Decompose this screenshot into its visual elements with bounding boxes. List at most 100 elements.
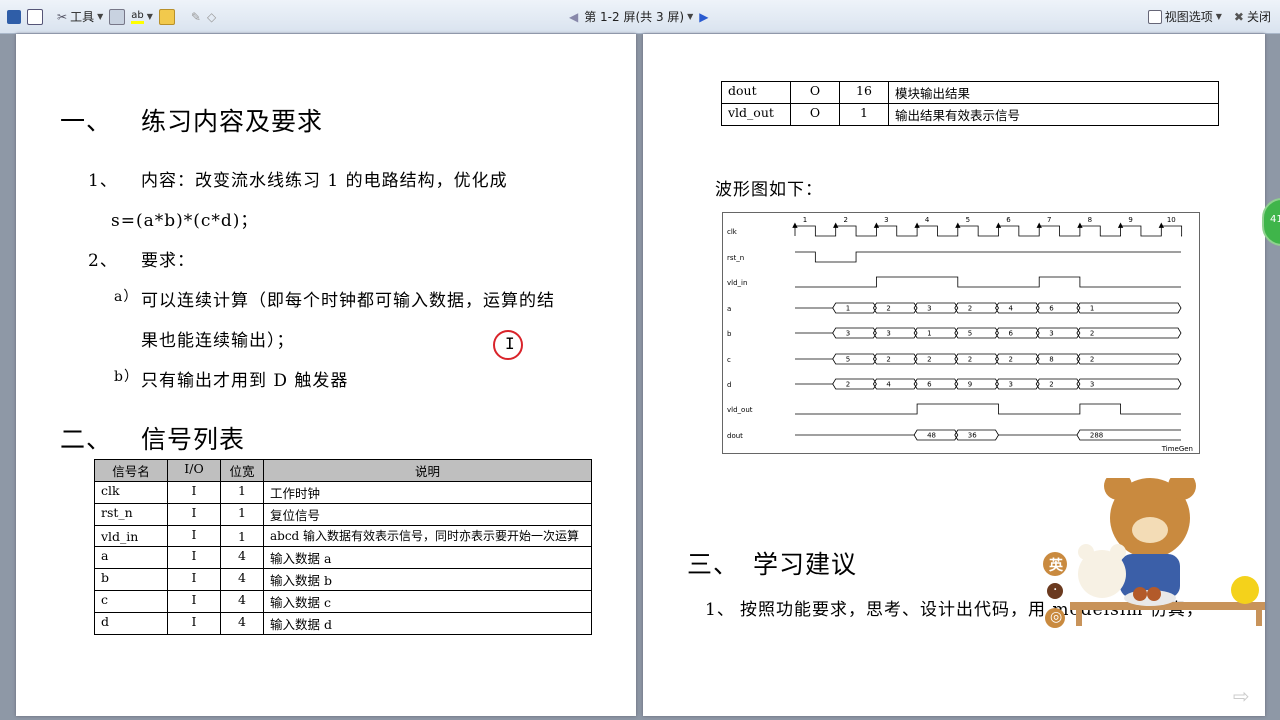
bear-sticker-decoration <box>1043 478 1265 628</box>
cell-width: 1 <box>220 481 264 504</box>
folder-button[interactable] <box>156 8 178 25</box>
sub-a-line2: 果也能连续输出）； <box>141 331 295 351</box>
wave-a-value: 1 <box>1090 305 1094 313</box>
cell-io: I <box>167 590 221 613</box>
highlight-button[interactable]: ab ▼ <box>128 10 156 24</box>
wave-b-segment <box>832 327 877 339</box>
cell-io: I <box>167 503 221 526</box>
cell-name: rst_n <box>94 503 168 526</box>
close-label: 关闭 <box>1246 10 1271 24</box>
wave-c-segment <box>1035 353 1081 365</box>
cell-width: 4 <box>220 612 264 635</box>
chevron-down-icon: ▼ <box>687 12 694 21</box>
wave-signal-label: a <box>727 305 731 313</box>
format-button[interactable] <box>106 8 128 25</box>
cell-desc: 输入数据 d <box>263 612 592 635</box>
wave-c-value: 8 <box>1049 356 1053 364</box>
waveform-caption: 波形图如下： <box>715 180 823 200</box>
view-options-label: 视图选项 <box>1164 10 1213 24</box>
text-cursor-icon: I <box>505 334 515 353</box>
prev-page-button[interactable]: ◀ <box>566 10 581 24</box>
wave-cycle-number: 6 <box>1006 216 1011 224</box>
wave-b-value: 3 <box>846 330 850 338</box>
waveform-diagram: 1 2 3 4 5 6 7 8 9 10 clk rst_n vld_in a b c d vld_out dout… <box>722 212 1200 454</box>
section2-title: 信号列表 <box>141 425 246 454</box>
cell-desc: 输入数据 c <box>263 590 592 613</box>
wave-clk-edge-arrow: ▲ <box>1159 221 1165 229</box>
triangle-left-icon: ◀ <box>569 9 579 24</box>
wave-signal-label: d <box>727 381 731 389</box>
tools-menu[interactable]: ✂ 工具 ▼ <box>54 8 106 25</box>
sticker-glyph: ◎ <box>1050 609 1063 625</box>
wave-d-value: 4 <box>886 381 891 389</box>
triangle-right-icon: ▶ <box>699 9 709 24</box>
wave-signal-label: vld_in <box>727 279 747 287</box>
cell-width: 1 <box>839 103 889 126</box>
wave-c-segment <box>832 353 877 365</box>
wave-clk-edge-arrow: ▲ <box>1037 221 1043 229</box>
wave-d-segment <box>832 378 877 390</box>
highlight-icon: ab <box>131 10 144 24</box>
wave-clk-edge-arrow: ▲ <box>833 221 839 229</box>
header-io: I/O <box>167 459 221 482</box>
close-button[interactable]: ✖ 关闭 <box>1231 8 1274 25</box>
wave-a-value: 2 <box>968 305 972 313</box>
wave-c-segment <box>954 353 999 365</box>
section1-title: 练习内容及要求 <box>141 107 324 136</box>
wave-cycle-number: 4 <box>925 216 930 224</box>
chevron-down-icon: ▼ <box>146 12 153 21</box>
cell-width: 4 <box>220 568 264 591</box>
section3-title: 学习建议 <box>753 550 858 579</box>
cell-io: I <box>167 546 221 569</box>
right-page: dout O 16 模块输出结果 vld_out O 1 输出结果有效表示信号 波形图如下：… <box>643 34 1265 716</box>
page-indicator[interactable]: 第 1-2 屏(共 3 屏) ▼ <box>581 8 696 25</box>
wave-c-value: 2 <box>927 356 931 364</box>
view-icon <box>1147 9 1162 24</box>
cursor-highlight-circle: I <box>493 330 523 360</box>
wave-clk <box>794 225 1183 237</box>
cell-io: O <box>790 81 840 104</box>
cell-name: c <box>94 590 168 613</box>
wave-signal-label: dout <box>727 432 743 440</box>
wave-d-segment <box>1035 378 1081 390</box>
wave-b-segment <box>913 327 959 339</box>
cell-desc: abcd 输入数据有效表示信号，同时亦表示要开始一次运算 <box>263 525 592 547</box>
wave-cycle-number: 8 <box>1088 216 1092 224</box>
waveform-svg: 1 2 3 4 5 6 7 8 9 10 clk rst_n vld_ina b c d vld_outdout… <box>727 216 1193 453</box>
wave-cycle-number: 1 <box>803 216 807 224</box>
wave-signal-label: rst_n <box>727 254 744 262</box>
wave-d-value: 9 <box>968 381 972 389</box>
table-row: a I 4 输入数据 a <box>94 546 592 569</box>
wave-b-value: 3 <box>1049 330 1053 338</box>
wave-dout-value: 48 <box>927 432 936 440</box>
preview-button[interactable] <box>24 8 46 25</box>
pen-button[interactable]: ✎ <box>188 10 204 24</box>
sub-b-text: 只有输出才用到 D 触发器 <box>141 371 349 391</box>
wave-b-value: 5 <box>968 330 972 338</box>
wave-vld-in <box>795 276 1181 288</box>
wave-d-segment <box>954 378 999 390</box>
eraser-icon: ◇ <box>206 9 217 24</box>
wave-b-segment <box>995 327 1040 339</box>
wave-dout-value: 36 <box>968 432 977 440</box>
view-options-menu[interactable]: 视图选项 ▼ <box>1145 8 1225 25</box>
cell-name: clk <box>94 481 168 504</box>
sub-b-label: b） <box>114 369 139 385</box>
wave-a-segment <box>913 302 959 314</box>
cell-io: I <box>167 481 221 504</box>
sub-a-line1: 可以连续计算（即每个时钟都可输入数据，运算的结 <box>141 291 555 311</box>
wave-b-segment <box>954 327 999 339</box>
save-button[interactable] <box>4 9 24 24</box>
next-page-button[interactable]: ▶ <box>696 10 711 24</box>
table-row: vld_out O 1 输出结果有效表示信号 <box>721 103 1219 126</box>
wave-vld-out <box>795 403 1181 415</box>
wave-c-segment <box>995 353 1040 365</box>
item1-formula: s=(a*b)*(c*d)； <box>111 211 259 231</box>
next-page-arrow-icon[interactable]: ⇨ <box>1233 684 1250 708</box>
wave-dout-value: 288 <box>1090 432 1103 440</box>
item2-number: 2、 <box>88 251 118 271</box>
wave-d-value: 6 <box>927 381 932 389</box>
eraser-button[interactable]: ◇ <box>204 10 219 24</box>
wave-b-segment <box>1035 327 1081 339</box>
sticker-glyph: · <box>1053 582 1058 598</box>
